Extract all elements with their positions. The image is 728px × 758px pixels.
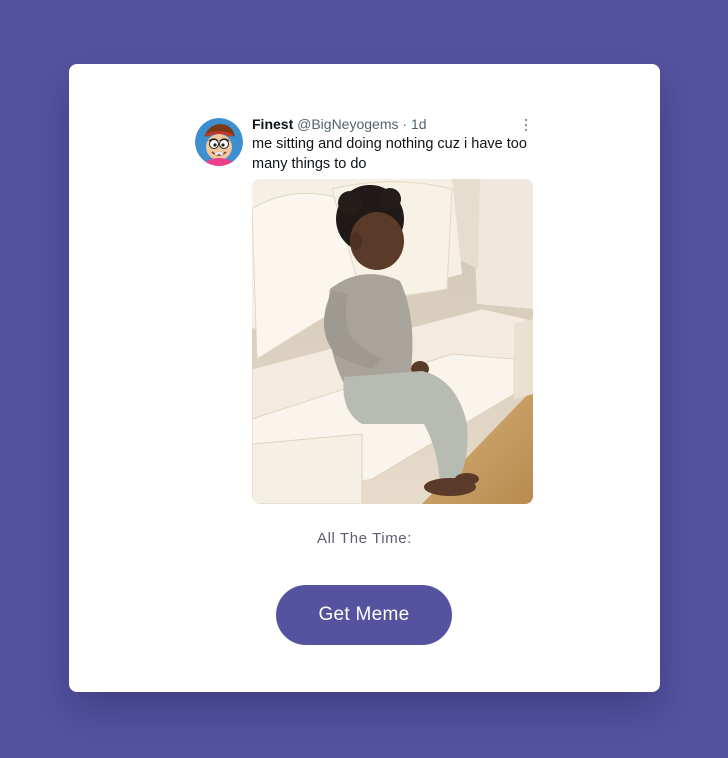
tweet-time[interactable]: 1d: [411, 116, 427, 132]
more-options-icon[interactable]: [522, 118, 530, 132]
tweet-body: Finest @BigNeyogems · 1d me sitting and …: [252, 114, 535, 174]
tweet-header: Finest @BigNeyogems · 1d: [252, 114, 535, 134]
meme-card: Finest @BigNeyogems · 1d me sitting and …: [69, 64, 660, 692]
separator: ·: [402, 116, 408, 132]
cartoon-avatar-icon: [195, 118, 243, 166]
caption-text: All The Time:: [316, 530, 413, 547]
avatar[interactable]: [195, 118, 243, 166]
display-name[interactable]: Finest: [252, 116, 293, 132]
tweet-text: me sitting and doing nothing cuz i have …: [252, 136, 527, 172]
get-meme-button[interactable]: Get Meme: [276, 585, 452, 645]
toddler-on-couch-image: [252, 179, 533, 504]
tweet-media[interactable]: [252, 179, 533, 504]
user-handle[interactable]: @BigNeyogems: [297, 116, 398, 132]
